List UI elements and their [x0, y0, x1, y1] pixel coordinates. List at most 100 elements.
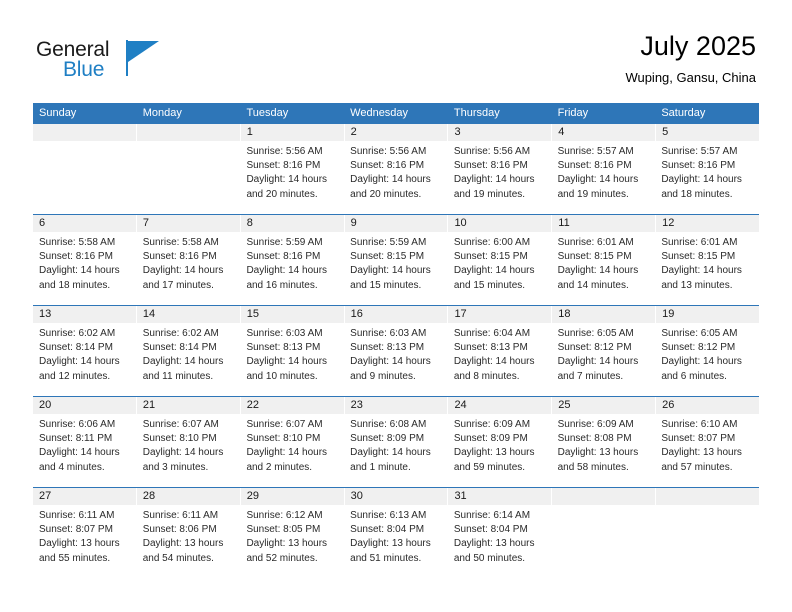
day-cell[interactable]: Sunrise: 6:14 AM Sunset: 8:04 PM Daylight:…	[448, 505, 552, 578]
day-number[interactable]: 10	[448, 215, 553, 232]
day-number[interactable]: 31	[448, 488, 553, 505]
day-number[interactable]: 16	[345, 306, 449, 323]
day-cell[interactable]: Sunrise: 6:07 AM Sunset: 8:10 PM Daylight:…	[137, 414, 241, 487]
day-cell[interactable]: Sunrise: 6:04 AM Sunset: 8:13 PM Daylight:…	[448, 323, 552, 396]
day-info-line: Sunset: 8:10 PM	[246, 433, 321, 445]
day-info-line: Sunset: 8:07 PM	[39, 524, 113, 536]
day-info-line: and 13 minutes.	[661, 279, 733, 291]
day-cell[interactable]: Sunrise: 6:13 AM Sunset: 8:04 PM Daylight:…	[344, 505, 448, 578]
day-number[interactable]: 18	[552, 306, 657, 323]
day-info-line: and 12 minutes.	[39, 370, 111, 382]
day-info-line: Daylight: 14 hours	[246, 356, 328, 368]
day-number[interactable]: 7	[137, 215, 241, 232]
day-info-line: and 19 minutes.	[557, 188, 629, 200]
day-info-line: Daylight: 14 hours	[350, 447, 431, 459]
day-number[interactable]: 23	[345, 397, 449, 414]
day-cell[interactable]: Sunrise: 6:05 AM Sunset: 8:12 PM Daylight:…	[655, 323, 759, 396]
day-cell[interactable]: Sunrise: 6:11 AM Sunset: 8:07 PM Daylight:…	[33, 505, 137, 578]
day-info-line: Sunset: 8:15 PM	[453, 251, 528, 263]
day-info-line: and 20 minutes.	[350, 188, 422, 200]
day-number[interactable]: 27	[33, 488, 137, 505]
day-number[interactable]: 5	[656, 124, 759, 141]
day-number[interactable]: 6	[33, 215, 137, 232]
day-info-line: Sunrise: 6:05 AM	[661, 328, 738, 339]
day-info-line: and 15 minutes.	[453, 279, 526, 291]
logo-triangle-icon	[128, 41, 159, 62]
day-number[interactable]: 2	[345, 124, 449, 141]
day-cell[interactable]: Sunrise: 6:02 AM Sunset: 8:14 PM Daylight:…	[137, 323, 241, 396]
day-info-line: and 11 minutes.	[142, 370, 214, 382]
day-info-line: Sunrise: 6:10 AM	[661, 419, 738, 430]
day-info-line: Daylight: 14 hours	[557, 174, 639, 186]
day-cell[interactable]: Sunrise: 6:01 AM Sunset: 8:15 PM Daylight:…	[552, 232, 656, 305]
day-info-line: Sunrise: 6:01 AM	[557, 237, 634, 248]
day-number[interactable]: 29	[241, 488, 345, 505]
day-number[interactable]: 11	[552, 215, 657, 232]
day-info-line: Sunrise: 5:56 AM	[246, 146, 323, 157]
day-cell[interactable]: Sunrise: 6:05 AM Sunset: 8:12 PM Daylight:…	[552, 323, 656, 396]
day-cell[interactable]: Sunrise: 6:06 AM Sunset: 8:11 PM Daylight:…	[33, 414, 137, 487]
day-info-line: Daylight: 14 hours	[453, 174, 535, 186]
day-info-line: and 19 minutes.	[453, 188, 526, 200]
day-number[interactable]: 15	[241, 306, 345, 323]
day-info-line: Sunset: 8:08 PM	[557, 433, 632, 445]
day-info-line: Daylight: 14 hours	[39, 265, 120, 277]
week-info-band: Sunrise: 6:06 AM Sunset: 8:11 PM Daylight:…	[33, 414, 759, 487]
day-number[interactable]: 1	[241, 124, 345, 141]
day-cell[interactable]: Sunrise: 6:03 AM Sunset: 8:13 PM Daylight:…	[344, 323, 448, 396]
general-blue-logo: General Blue	[36, 38, 166, 84]
day-number[interactable]: 30	[345, 488, 449, 505]
day-info-line: and 50 minutes.	[453, 552, 526, 564]
day-number[interactable]: 24	[448, 397, 553, 414]
day-number[interactable]: 26	[656, 397, 759, 414]
day-cell[interactable]: Sunrise: 5:56 AM Sunset: 8:16 PM Daylight:…	[448, 141, 552, 214]
day-cell[interactable]: Sunrise: 6:12 AM Sunset: 8:05 PM Daylight:…	[240, 505, 344, 578]
day-info-line: Sunset: 8:06 PM	[142, 524, 217, 536]
day-number[interactable]: 13	[33, 306, 137, 323]
day-cell[interactable]: Sunrise: 5:57 AM Sunset: 8:16 PM Daylight:…	[655, 141, 759, 214]
day-info-line: Daylight: 14 hours	[39, 447, 120, 459]
day-number[interactable]: 9	[345, 215, 449, 232]
day-info-line: Sunset: 8:14 PM	[142, 342, 217, 354]
day-info-line: Daylight: 13 hours	[350, 538, 431, 550]
week-info-band: Sunrise: 5:58 AM Sunset: 8:16 PM Daylight:…	[33, 232, 759, 305]
day-cell[interactable]: Sunrise: 6:10 AM Sunset: 8:07 PM Daylight:…	[655, 414, 759, 487]
day-number[interactable]: 28	[137, 488, 241, 505]
day-cell[interactable]: Sunrise: 5:59 AM Sunset: 8:15 PM Daylight:…	[344, 232, 448, 305]
day-cell[interactable]: Sunrise: 5:58 AM Sunset: 8:16 PM Daylight:…	[33, 232, 137, 305]
day-cell[interactable]: Sunrise: 6:11 AM Sunset: 8:06 PM Daylight:…	[137, 505, 241, 578]
day-number[interactable]: 8	[241, 215, 345, 232]
day-number[interactable]: 19	[656, 306, 759, 323]
day-cell[interactable]: Sunrise: 5:58 AM Sunset: 8:16 PM Daylight:…	[137, 232, 241, 305]
day-number[interactable]: 25	[552, 397, 657, 414]
day-number[interactable]: 17	[448, 306, 553, 323]
day-cell[interactable]: Sunrise: 5:56 AM Sunset: 8:16 PM Daylight:…	[240, 141, 344, 214]
day-number[interactable]: 20	[33, 397, 137, 414]
day-info-line: Sunset: 8:14 PM	[39, 342, 113, 354]
day-cell[interactable]: Sunrise: 6:09 AM Sunset: 8:08 PM Daylight:…	[552, 414, 656, 487]
day-info-line: and 57 minutes.	[661, 461, 733, 473]
day-number[interactable]: 14	[137, 306, 241, 323]
day-info-line: Sunrise: 6:13 AM	[350, 510, 427, 521]
day-cell[interactable]: Sunrise: 5:57 AM Sunset: 8:16 PM Daylight:…	[552, 141, 656, 214]
day-number[interactable]: 21	[137, 397, 241, 414]
weekday-header-saturday: Saturday	[661, 107, 706, 119]
day-info-line: Sunrise: 5:58 AM	[39, 237, 116, 248]
day-cell-empty	[655, 505, 759, 578]
day-info-line: Sunset: 8:04 PM	[350, 524, 425, 536]
day-cell[interactable]: Sunrise: 5:59 AM Sunset: 8:16 PM Daylight:…	[240, 232, 344, 305]
day-cell[interactable]: Sunrise: 6:01 AM Sunset: 8:15 PM Daylight:…	[655, 232, 759, 305]
day-cell[interactable]: Sunrise: 6:03 AM Sunset: 8:13 PM Daylight:…	[240, 323, 344, 396]
day-info-line: Sunrise: 6:11 AM	[39, 510, 115, 521]
day-cell[interactable]: Sunrise: 6:09 AM Sunset: 8:09 PM Daylight:…	[448, 414, 552, 487]
day-cell[interactable]: Sunrise: 6:02 AM Sunset: 8:14 PM Daylight:…	[33, 323, 137, 396]
day-number[interactable]: 12	[656, 215, 759, 232]
day-number[interactable]: 22	[241, 397, 345, 414]
day-cell[interactable]: Sunrise: 6:07 AM Sunset: 8:10 PM Daylight:…	[240, 414, 344, 487]
day-cell[interactable]: Sunrise: 6:08 AM Sunset: 8:09 PM Daylight:…	[344, 414, 448, 487]
day-number[interactable]: 3	[448, 124, 553, 141]
day-number[interactable]: 4	[552, 124, 657, 141]
day-info-line: Daylight: 14 hours	[557, 265, 639, 277]
day-cell[interactable]: Sunrise: 5:56 AM Sunset: 8:16 PM Daylight:…	[344, 141, 448, 214]
day-cell[interactable]: Sunrise: 6:00 AM Sunset: 8:15 PM Daylight:…	[448, 232, 552, 305]
